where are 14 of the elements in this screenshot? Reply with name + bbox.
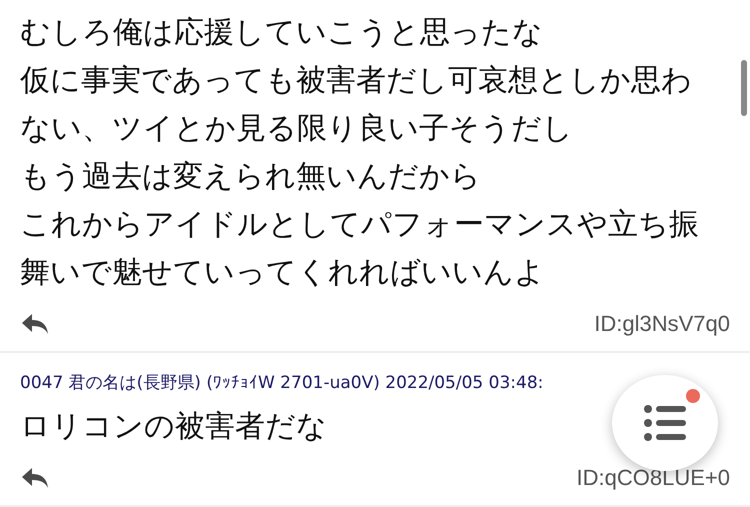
post-header: 0047 君の名は(長野県) (ﾜｯﾁｮｲW 2701-ua0V) 2022/05/05 03:48: [20, 372, 544, 395]
poster-id: ID:gl3NsV7q0 [594, 311, 730, 337]
scrollbar[interactable] [741, 60, 747, 116]
post-text: もう過去は変えられ無いんだから [20, 158, 481, 196]
reply-icon[interactable] [20, 466, 50, 490]
reply-icon[interactable] [20, 312, 50, 336]
post-text: 仮に事実であっても被害者だし可哀想としか思わ [20, 62, 692, 100]
post-text: むしろ俺は応援していこうと思ったな [20, 14, 543, 52]
list-icon [643, 403, 687, 443]
post-text: ロリコンの被害者だな [20, 408, 327, 446]
post-text: 舞いで魅せていってくれればいいんよ [20, 254, 545, 292]
post-text: これからアイドルとしてパフォーマンスや立ち振 [20, 206, 699, 244]
post-text: ない、ツイとか見る限り良い子そうだし [20, 110, 573, 148]
poster-id: ID:qCO8LUE+0 [576, 465, 730, 491]
